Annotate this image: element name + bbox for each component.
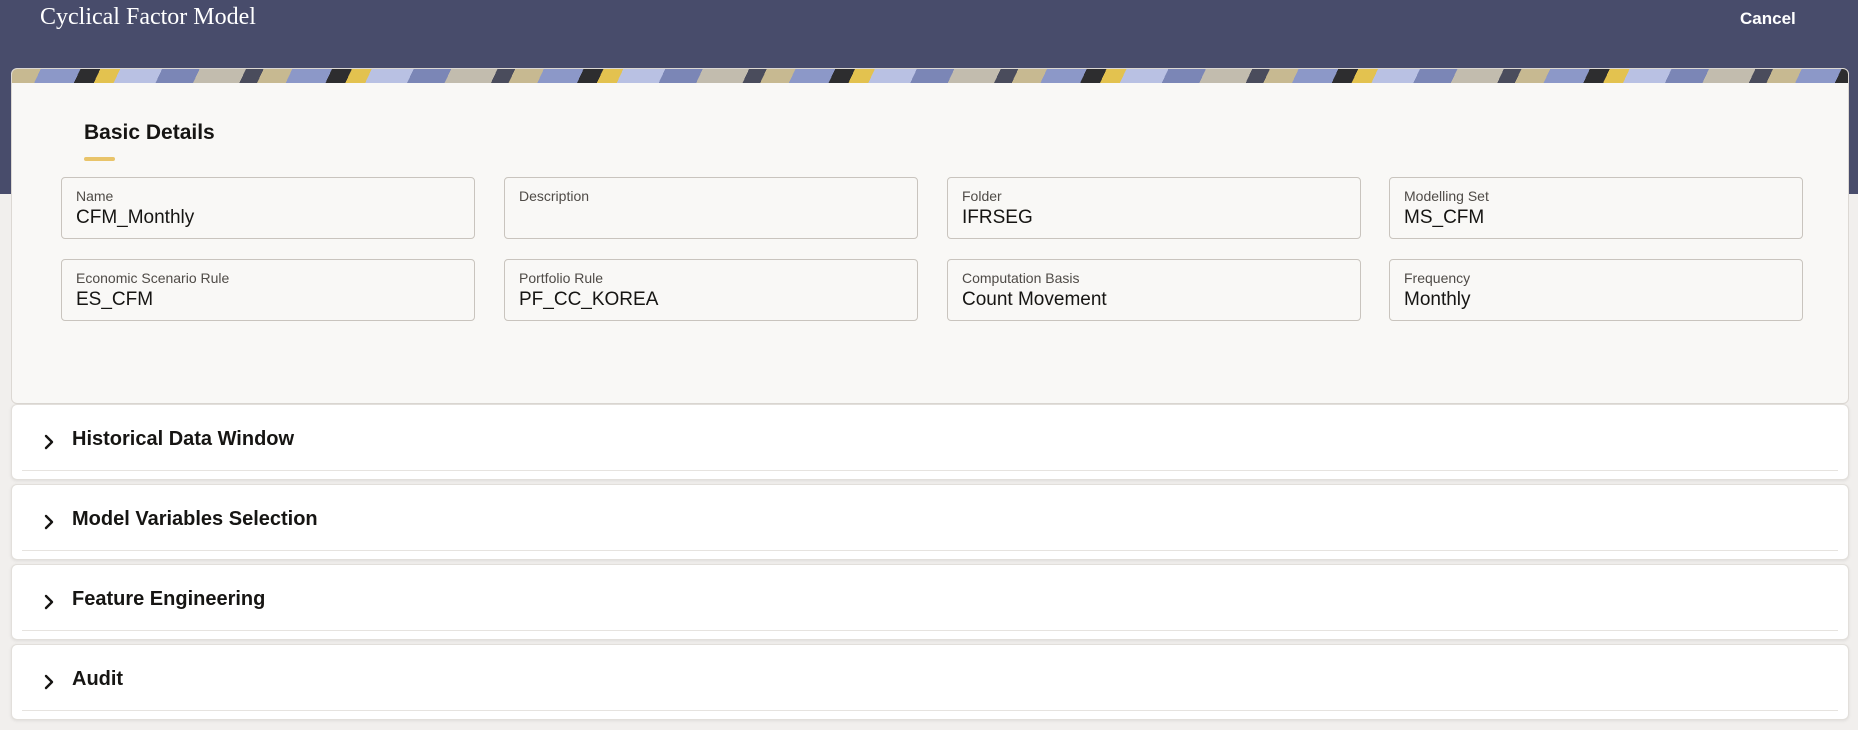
- accordion-title: Feature Engineering: [72, 588, 266, 610]
- basic-details-title: Basic Details: [84, 121, 215, 144]
- accordion-model-variables-selection[interactable]: Model Variables Selection: [11, 484, 1849, 560]
- divider: [22, 470, 1838, 471]
- folder-field-label: Folder: [962, 188, 1002, 204]
- description-field-label: Description: [519, 188, 590, 204]
- accordion-audit[interactable]: Audit: [11, 644, 1849, 720]
- computation-basis-field-value: Count Movement: [962, 289, 1107, 310]
- economic-scenario-rule-field[interactable]: Economic Scenario Rule ES_CFM: [61, 259, 475, 321]
- cancel-button[interactable]: Cancel: [1728, 6, 1808, 32]
- portfolio-rule-field-value: PF_CC_KOREA: [519, 289, 659, 310]
- portfolio-rule-field-label: Portfolio Rule: [519, 270, 604, 286]
- computation-basis-field[interactable]: Computation Basis Count Movement: [947, 259, 1361, 321]
- name-field-value: CFM_Monthly: [76, 207, 195, 228]
- page-title: Cyclical Factor Model: [40, 4, 256, 30]
- decorative-banner: [12, 69, 1848, 83]
- name-field-label: Name: [76, 188, 114, 204]
- accordion-title: Historical Data Window: [72, 428, 295, 450]
- accordion-historical-data-window[interactable]: Historical Data Window: [11, 404, 1849, 480]
- computation-basis-field-label: Computation Basis: [962, 270, 1080, 286]
- name-field[interactable]: Name CFM_Monthly: [61, 177, 475, 239]
- folder-field-value: IFRSEG: [962, 207, 1033, 228]
- accordion-feature-engineering[interactable]: Feature Engineering: [11, 564, 1849, 640]
- chevron-right-icon: [44, 594, 54, 610]
- modelling-set-field-value: MS_CFM: [1404, 207, 1485, 228]
- section-title-underline: [84, 157, 115, 161]
- divider: [22, 710, 1838, 711]
- frequency-field-label: Frequency: [1404, 270, 1471, 286]
- chevron-right-icon: [44, 674, 54, 690]
- economic-scenario-rule-field-label: Economic Scenario Rule: [76, 270, 230, 286]
- accordion-title: Audit: [72, 668, 124, 690]
- portfolio-rule-field[interactable]: Portfolio Rule PF_CC_KOREA: [504, 259, 918, 321]
- modelling-set-field-label: Modelling Set: [1404, 188, 1489, 204]
- modelling-set-field[interactable]: Modelling Set MS_CFM: [1389, 177, 1803, 239]
- chevron-right-icon: [44, 514, 54, 530]
- economic-scenario-rule-field-value: ES_CFM: [76, 289, 154, 310]
- chevron-right-icon: [44, 434, 54, 450]
- folder-field[interactable]: Folder IFRSEG: [947, 177, 1361, 239]
- divider: [22, 550, 1838, 551]
- description-field[interactable]: Description: [504, 177, 918, 239]
- frequency-field-value: Monthly: [1404, 289, 1471, 310]
- frequency-field[interactable]: Frequency Monthly: [1389, 259, 1803, 321]
- basic-details-card: Basic Details Name CFM_Monthly Descripti…: [11, 68, 1849, 404]
- divider: [22, 630, 1838, 631]
- accordion-title: Model Variables Selection: [72, 508, 318, 530]
